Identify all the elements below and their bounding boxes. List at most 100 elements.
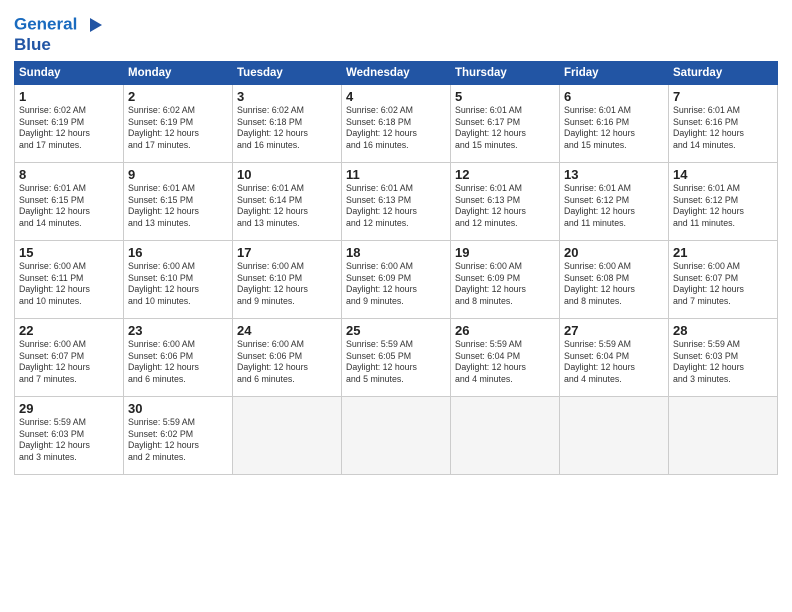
day-details: Sunrise: 6:00 AMSunset: 6:07 PMDaylight:… — [673, 261, 773, 309]
day-details: Sunrise: 6:01 AMSunset: 6:16 PMDaylight:… — [673, 105, 773, 153]
day-details: Sunrise: 6:01 AMSunset: 6:15 PMDaylight:… — [19, 183, 119, 231]
day-number: 1 — [19, 89, 119, 104]
day-number: 5 — [455, 89, 555, 104]
day-number: 24 — [237, 323, 337, 338]
col-header-saturday: Saturday — [669, 61, 778, 84]
day-cell: 3Sunrise: 6:02 AMSunset: 6:18 PMDaylight… — [233, 84, 342, 162]
day-cell: 27Sunrise: 5:59 AMSunset: 6:04 PMDayligh… — [560, 318, 669, 396]
day-number: 19 — [455, 245, 555, 260]
day-details: Sunrise: 6:01 AMSunset: 6:13 PMDaylight:… — [346, 183, 446, 231]
col-header-wednesday: Wednesday — [342, 61, 451, 84]
day-cell: 9Sunrise: 6:01 AMSunset: 6:15 PMDaylight… — [124, 162, 233, 240]
day-details: Sunrise: 6:01 AMSunset: 6:16 PMDaylight:… — [564, 105, 664, 153]
day-cell — [560, 396, 669, 474]
day-details: Sunrise: 6:00 AMSunset: 6:10 PMDaylight:… — [128, 261, 228, 309]
day-number: 29 — [19, 401, 119, 416]
day-cell: 30Sunrise: 5:59 AMSunset: 6:02 PMDayligh… — [124, 396, 233, 474]
day-number: 20 — [564, 245, 664, 260]
day-details: Sunrise: 6:00 AMSunset: 6:06 PMDaylight:… — [237, 339, 337, 387]
day-details: Sunrise: 6:00 AMSunset: 6:11 PMDaylight:… — [19, 261, 119, 309]
day-details: Sunrise: 5:59 AMSunset: 6:04 PMDaylight:… — [564, 339, 664, 387]
header: General Blue — [14, 10, 778, 55]
day-number: 8 — [19, 167, 119, 182]
day-number: 26 — [455, 323, 555, 338]
day-details: Sunrise: 6:00 AMSunset: 6:09 PMDaylight:… — [455, 261, 555, 309]
day-details: Sunrise: 6:01 AMSunset: 6:13 PMDaylight:… — [455, 183, 555, 231]
day-details: Sunrise: 6:02 AMSunset: 6:18 PMDaylight:… — [237, 105, 337, 153]
day-number: 12 — [455, 167, 555, 182]
day-cell: 18Sunrise: 6:00 AMSunset: 6:09 PMDayligh… — [342, 240, 451, 318]
day-cell: 8Sunrise: 6:01 AMSunset: 6:15 PMDaylight… — [15, 162, 124, 240]
day-cell: 28Sunrise: 5:59 AMSunset: 6:03 PMDayligh… — [669, 318, 778, 396]
week-row-1: 1Sunrise: 6:02 AMSunset: 6:19 PMDaylight… — [15, 84, 778, 162]
day-cell — [669, 396, 778, 474]
day-number: 13 — [564, 167, 664, 182]
day-number: 6 — [564, 89, 664, 104]
day-cell: 13Sunrise: 6:01 AMSunset: 6:12 PMDayligh… — [560, 162, 669, 240]
logo: General Blue — [14, 14, 106, 55]
day-details: Sunrise: 6:02 AMSunset: 6:19 PMDaylight:… — [128, 105, 228, 153]
day-cell: 15Sunrise: 6:00 AMSunset: 6:11 PMDayligh… — [15, 240, 124, 318]
day-cell: 25Sunrise: 5:59 AMSunset: 6:05 PMDayligh… — [342, 318, 451, 396]
day-cell: 6Sunrise: 6:01 AMSunset: 6:16 PMDaylight… — [560, 84, 669, 162]
day-cell: 21Sunrise: 6:00 AMSunset: 6:07 PMDayligh… — [669, 240, 778, 318]
day-number: 18 — [346, 245, 446, 260]
day-details: Sunrise: 6:00 AMSunset: 6:07 PMDaylight:… — [19, 339, 119, 387]
day-number: 21 — [673, 245, 773, 260]
day-number: 23 — [128, 323, 228, 338]
page: General Blue SundayMondayTuesdayWednesda… — [0, 0, 792, 612]
day-details: Sunrise: 6:01 AMSunset: 6:17 PMDaylight:… — [455, 105, 555, 153]
day-number: 16 — [128, 245, 228, 260]
day-details: Sunrise: 6:01 AMSunset: 6:12 PMDaylight:… — [564, 183, 664, 231]
day-cell: 2Sunrise: 6:02 AMSunset: 6:19 PMDaylight… — [124, 84, 233, 162]
day-number: 25 — [346, 323, 446, 338]
col-header-monday: Monday — [124, 61, 233, 84]
day-number: 30 — [128, 401, 228, 416]
col-header-friday: Friday — [560, 61, 669, 84]
header-row: SundayMondayTuesdayWednesdayThursdayFrid… — [15, 61, 778, 84]
day-cell: 1Sunrise: 6:02 AMSunset: 6:19 PMDaylight… — [15, 84, 124, 162]
day-cell: 16Sunrise: 6:00 AMSunset: 6:10 PMDayligh… — [124, 240, 233, 318]
day-cell: 7Sunrise: 6:01 AMSunset: 6:16 PMDaylight… — [669, 84, 778, 162]
day-cell: 19Sunrise: 6:00 AMSunset: 6:09 PMDayligh… — [451, 240, 560, 318]
logo-blue: Blue — [14, 36, 106, 55]
col-header-tuesday: Tuesday — [233, 61, 342, 84]
logo-icon — [84, 14, 106, 36]
day-number: 22 — [19, 323, 119, 338]
logo-text: General — [14, 14, 106, 36]
day-cell — [451, 396, 560, 474]
day-number: 10 — [237, 167, 337, 182]
day-details: Sunrise: 6:00 AMSunset: 6:09 PMDaylight:… — [346, 261, 446, 309]
week-row-2: 8Sunrise: 6:01 AMSunset: 6:15 PMDaylight… — [15, 162, 778, 240]
day-number: 9 — [128, 167, 228, 182]
day-cell: 10Sunrise: 6:01 AMSunset: 6:14 PMDayligh… — [233, 162, 342, 240]
day-details: Sunrise: 5:59 AMSunset: 6:03 PMDaylight:… — [19, 417, 119, 465]
day-cell: 12Sunrise: 6:01 AMSunset: 6:13 PMDayligh… — [451, 162, 560, 240]
day-number: 4 — [346, 89, 446, 104]
day-cell — [233, 396, 342, 474]
day-details: Sunrise: 5:59 AMSunset: 6:04 PMDaylight:… — [455, 339, 555, 387]
day-cell: 22Sunrise: 6:00 AMSunset: 6:07 PMDayligh… — [15, 318, 124, 396]
day-details: Sunrise: 5:59 AMSunset: 6:03 PMDaylight:… — [673, 339, 773, 387]
calendar-body: 1Sunrise: 6:02 AMSunset: 6:19 PMDaylight… — [15, 84, 778, 474]
day-cell: 26Sunrise: 5:59 AMSunset: 6:04 PMDayligh… — [451, 318, 560, 396]
col-header-thursday: Thursday — [451, 61, 560, 84]
week-row-4: 22Sunrise: 6:00 AMSunset: 6:07 PMDayligh… — [15, 318, 778, 396]
day-details: Sunrise: 6:00 AMSunset: 6:10 PMDaylight:… — [237, 261, 337, 309]
day-number: 27 — [564, 323, 664, 338]
day-cell — [342, 396, 451, 474]
day-cell: 24Sunrise: 6:00 AMSunset: 6:06 PMDayligh… — [233, 318, 342, 396]
day-number: 2 — [128, 89, 228, 104]
week-row-3: 15Sunrise: 6:00 AMSunset: 6:11 PMDayligh… — [15, 240, 778, 318]
day-cell: 17Sunrise: 6:00 AMSunset: 6:10 PMDayligh… — [233, 240, 342, 318]
day-details: Sunrise: 6:01 AMSunset: 6:14 PMDaylight:… — [237, 183, 337, 231]
day-details: Sunrise: 6:02 AMSunset: 6:18 PMDaylight:… — [346, 105, 446, 153]
day-cell: 11Sunrise: 6:01 AMSunset: 6:13 PMDayligh… — [342, 162, 451, 240]
day-details: Sunrise: 6:00 AMSunset: 6:08 PMDaylight:… — [564, 261, 664, 309]
calendar-table: SundayMondayTuesdayWednesdayThursdayFrid… — [14, 61, 778, 475]
calendar-header: SundayMondayTuesdayWednesdayThursdayFrid… — [15, 61, 778, 84]
day-number: 14 — [673, 167, 773, 182]
day-details: Sunrise: 6:02 AMSunset: 6:19 PMDaylight:… — [19, 105, 119, 153]
day-number: 11 — [346, 167, 446, 182]
day-number: 3 — [237, 89, 337, 104]
